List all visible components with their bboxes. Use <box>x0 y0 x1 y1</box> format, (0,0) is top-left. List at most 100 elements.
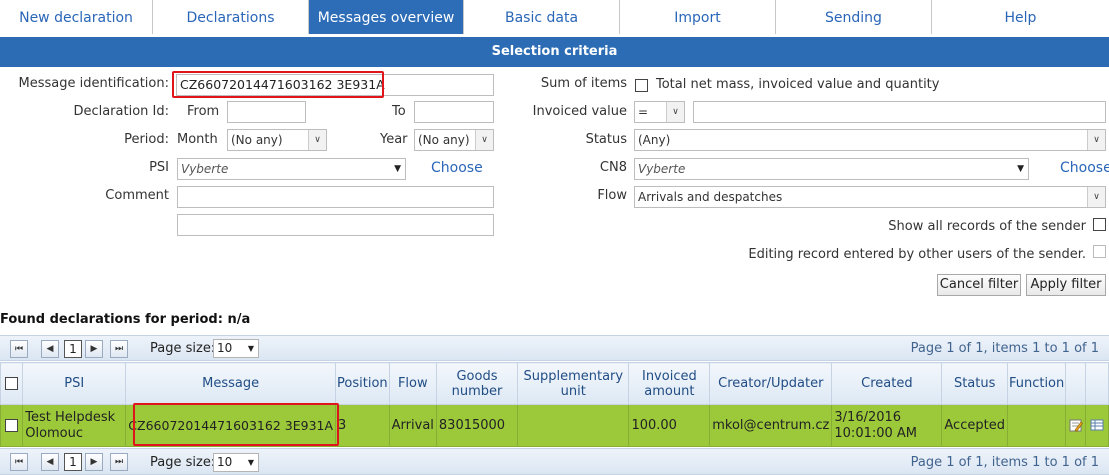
month-select-value: (No any) <box>231 133 283 147</box>
page-size-select[interactable]: 10 ▼ <box>213 453 259 472</box>
page-size-value: 10 <box>217 341 233 355</box>
column-header-creator[interactable]: Creator/Updater <box>709 362 833 405</box>
editing-records-checkbox[interactable] <box>1093 245 1106 258</box>
last-page-icon[interactable]: ⏭ <box>110 453 128 471</box>
sum-items-label: Sum of items <box>540 76 627 91</box>
declaration-id-to-input[interactable] <box>414 101 494 123</box>
period-label: Period: <box>124 132 169 147</box>
comment-input-2[interactable] <box>177 214 494 236</box>
row-goods-number: 83015000 <box>435 404 519 447</box>
pager-top: ⏮ ◀ 1 ▶ ⏭ Page size: 10 ▼ Page 1 of 1, i… <box>0 335 1109 361</box>
row-creator: mkol@centrum.cz <box>709 404 833 447</box>
psi-select[interactable]: Vyberte ▼ <box>177 158 406 180</box>
triangle-down-icon: ▼ <box>247 458 254 467</box>
declaration-id-label: Declaration Id: <box>73 104 169 119</box>
selection-criteria-header: Selection criteria <box>0 37 1109 67</box>
first-page-icon[interactable]: ⏮ <box>10 453 28 471</box>
cn8-choose-link[interactable]: Choose <box>1060 160 1109 176</box>
found-declarations-title: Found declarations for period: n/a <box>0 312 251 327</box>
sum-items-checkbox[interactable] <box>635 79 648 92</box>
page-number[interactable]: 1 <box>64 340 82 358</box>
pager-info: Page 1 of 1, items 1 to 1 of 1 <box>910 455 1099 470</box>
invoiced-value-label: Invoiced value <box>532 104 627 119</box>
tab-basic-data[interactable]: Basic data <box>464 0 620 34</box>
from-label: From <box>187 104 220 119</box>
row-supplementary-unit <box>517 404 630 447</box>
editing-records-label: Editing record entered by other users of… <box>748 247 1086 262</box>
tab-messages-overview[interactable]: Messages overview <box>309 0 464 34</box>
tab-declarations-overview[interactable]: Declarations overview <box>153 0 309 62</box>
year-label: Year <box>380 132 408 147</box>
prev-page-icon[interactable]: ◀ <box>41 453 59 471</box>
cn8-select[interactable]: Vyberte ▼ <box>634 158 1029 180</box>
first-page-icon[interactable]: ⏮ <box>10 340 28 358</box>
column-header-goods-number[interactable]: Goods number <box>435 362 519 405</box>
page-size-label: Page size: <box>150 455 216 470</box>
row-checkbox[interactable] <box>5 418 19 432</box>
column-header-flow[interactable]: Flow <box>388 362 437 405</box>
triangle-down-icon: ▼ <box>247 344 254 353</box>
chevron-down-icon: ∨ <box>1087 187 1105 207</box>
row-select-cell <box>0 404 24 447</box>
declaration-id-from-input[interactable] <box>227 101 306 123</box>
status-label: Status <box>585 132 627 147</box>
cn8-label: CN8 <box>599 160 627 175</box>
next-page-icon[interactable]: ▶ <box>85 453 103 471</box>
month-label: Month <box>177 132 218 147</box>
column-header-message[interactable]: Message <box>125 362 337 405</box>
status-select[interactable]: (Any) ∨ <box>634 129 1106 151</box>
cn8-select-placeholder: Vyberte <box>638 162 686 176</box>
apply-filter-button[interactable]: Apply filter <box>1026 274 1106 296</box>
table-view-icon[interactable] <box>1090 418 1104 432</box>
flow-select[interactable]: Arrivals and despatches ∨ <box>634 186 1106 208</box>
column-header-position[interactable]: Position <box>335 362 390 405</box>
triangle-down-icon: ▼ <box>394 164 401 174</box>
last-page-icon[interactable]: ⏭ <box>110 340 128 358</box>
flow-select-value: Arrivals and despatches <box>638 190 783 204</box>
row-invoiced-amount: 100.00 <box>628 404 711 447</box>
pager-info: Page 1 of 1, items 1 to 1 of 1 <box>910 341 1099 356</box>
select-all-header <box>0 362 24 405</box>
invoiced-operator-select[interactable]: = ∨ <box>634 101 685 123</box>
chevron-down-icon: ∨ <box>475 130 493 150</box>
show-all-records-checkbox[interactable] <box>1093 218 1106 231</box>
edit-icon[interactable] <box>1069 418 1083 432</box>
sum-items-text: Total net mass, invoiced value and quant… <box>656 77 940 92</box>
comment-input[interactable] <box>177 186 494 208</box>
tab-sending[interactable]: Sending <box>776 0 932 34</box>
tab-help[interactable]: Help <box>932 0 1109 34</box>
top-navigation: New declaration Declarations overview Me… <box>0 0 1109 62</box>
row-flow: Arrival <box>388 404 437 447</box>
triangle-down-icon: ▼ <box>1017 164 1024 174</box>
page-size-select[interactable]: 10 ▼ <box>213 339 259 358</box>
to-label: To <box>392 104 406 119</box>
column-header-function: Function <box>1006 362 1067 405</box>
message-id-highlight <box>172 71 384 98</box>
month-select[interactable]: (No any) ∨ <box>227 129 327 151</box>
cancel-filter-button[interactable]: Cancel filter <box>937 274 1021 296</box>
comment-label: Comment <box>105 188 169 203</box>
select-all-checkbox[interactable] <box>5 377 19 390</box>
row-status: Accepted <box>941 404 1008 447</box>
psi-choose-link[interactable]: Choose <box>431 160 483 176</box>
column-header-detail <box>1085 362 1109 405</box>
row-created: 3/16/2016 10:01:00 AM <box>831 404 943 447</box>
invoiced-value-input[interactable] <box>693 101 1106 123</box>
column-header-status[interactable]: Status <box>941 362 1008 405</box>
year-select[interactable]: (No any) ∨ <box>414 129 494 151</box>
row-position: 3 <box>335 404 390 447</box>
show-all-records-label: Show all records of the sender <box>888 219 1086 234</box>
column-header-psi[interactable]: PSI <box>22 362 127 405</box>
column-header-created[interactable]: Created <box>831 362 943 405</box>
next-page-icon[interactable]: ▶ <box>85 340 103 358</box>
column-header-supplementary-unit[interactable]: Supplementary unit <box>517 362 630 405</box>
year-select-value: (No any) <box>418 133 470 147</box>
prev-page-icon[interactable]: ◀ <box>41 340 59 358</box>
psi-label: PSI <box>149 160 169 175</box>
page-number[interactable]: 1 <box>64 453 82 471</box>
tab-new-declaration[interactable]: New declaration <box>0 0 153 34</box>
column-header-invoiced-amount[interactable]: Invoiced amount <box>628 362 711 405</box>
page-size-value: 10 <box>217 455 233 469</box>
tab-import[interactable]: Import <box>620 0 776 34</box>
chevron-down-icon: ∨ <box>1087 130 1105 150</box>
